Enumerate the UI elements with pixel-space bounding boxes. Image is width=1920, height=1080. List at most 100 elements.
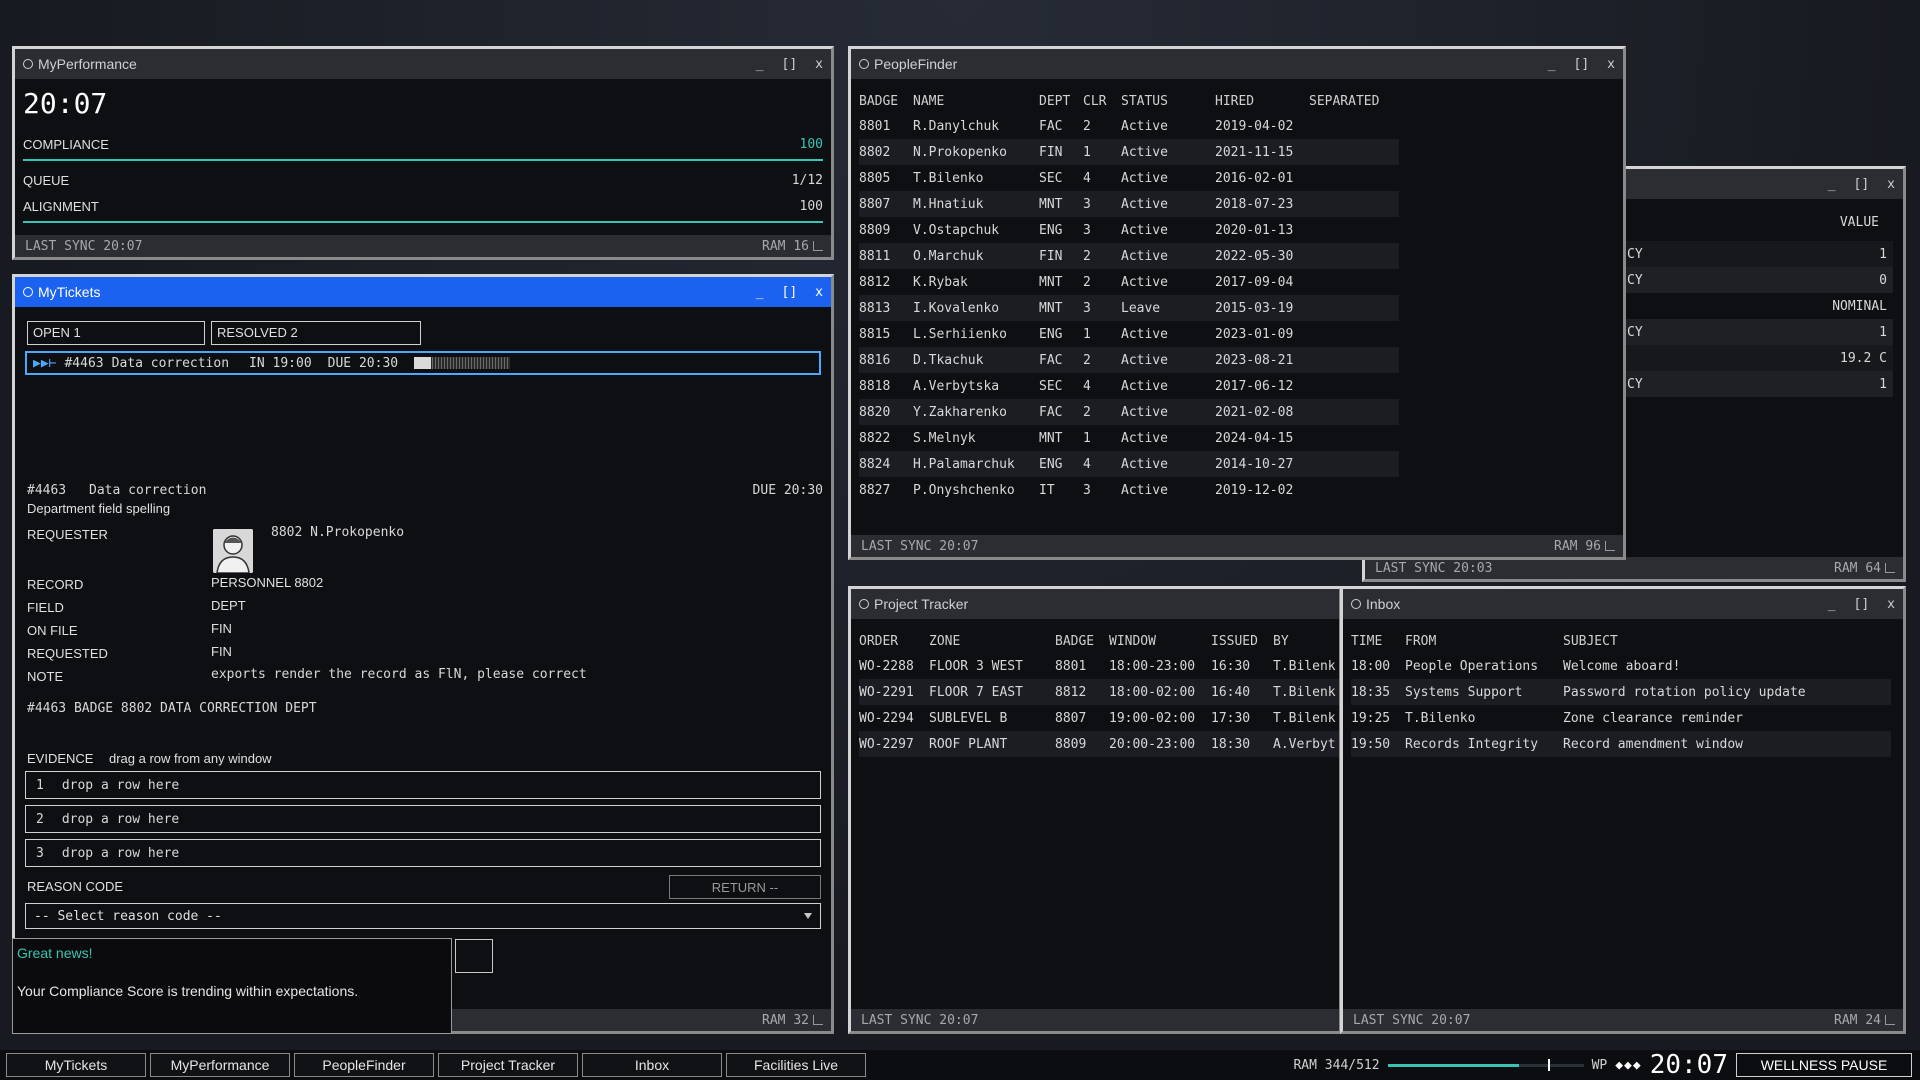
table-row[interactable]: WO-2288 FLOOR 3 WEST 8801 18:00-23:00 16:30 T…: [859, 653, 1339, 679]
table-row[interactable]: 8805 T.Bilenko SEC 4 Active 2016-02-01: [859, 165, 1399, 191]
resize-grip-icon[interactable]: [813, 1014, 823, 1025]
column-header[interactable]: BADGE: [859, 89, 913, 113]
taskbar-item-peoplefinder[interactable]: PeopleFinder: [294, 1053, 434, 1077]
table-row[interactable]: 8816 D.Tkachuk FAC 2 Active 2023-08-21: [859, 347, 1399, 373]
table-row[interactable]: 8815 L.Serhiienko ENG 1 Active 2023-01-09: [859, 321, 1399, 347]
table-row[interactable]: 8818 A.Verbytska SEC 4 Active 2017-06-12: [859, 373, 1399, 399]
wellness-pause-button[interactable]: WELLNESS PAUSE: [1736, 1053, 1912, 1077]
minimize-button[interactable]: _: [756, 285, 764, 300]
table-row[interactable]: 19:25 T.Bilenko Zone clearance reminder: [1351, 705, 1891, 731]
evidence-slot-3[interactable]: 3 drop a row here: [25, 839, 821, 867]
project-tracker-titlebar[interactable]: Project Tracker: [851, 589, 1339, 619]
peoplefinder-titlebar[interactable]: PeopleFinder _ [] x: [851, 49, 1623, 79]
taskbar-item-inbox[interactable]: Inbox: [582, 1053, 722, 1077]
evidence-slot-2[interactable]: 2 drop a row here: [25, 805, 821, 833]
column-header[interactable]: WINDOW: [1109, 629, 1211, 653]
table-row[interactable]: 8809 V.Ostapchuk ENG 3 Active 2020-01-13: [859, 217, 1399, 243]
table-row[interactable]: 19:50 Records Integrity Record amendment w…: [1351, 731, 1891, 757]
submit-button[interactable]: [455, 939, 493, 973]
facility-row[interactable]: NOMINAL: [1623, 293, 1893, 319]
maximize-button[interactable]: []: [782, 57, 798, 72]
table-row[interactable]: 18:00 People Operations Welcome aboard!: [1351, 653, 1891, 679]
myperformance-titlebar[interactable]: MyPerformance _ [] x: [15, 49, 831, 79]
requester-avatar: [213, 529, 253, 573]
evidence-slot-1[interactable]: 1 drop a row here: [25, 771, 821, 799]
minimize-button[interactable]: _: [1828, 177, 1836, 192]
myperformance-window[interactable]: MyPerformance _ [] x 20:07 COMPLIANCE 10…: [12, 46, 834, 260]
table-row[interactable]: WO-2297 ROOF PLANT 8809 20:00-23:00 18:30 A.V…: [859, 731, 1339, 757]
close-button[interactable]: x: [815, 57, 823, 72]
facility-row[interactable]: 19.2 C: [1623, 345, 1893, 371]
column-header[interactable]: CLR: [1083, 89, 1121, 113]
table-row[interactable]: 8807 M.Hnatiuk MNT 3 Active 2018-07-23: [859, 191, 1399, 217]
column-header[interactable]: DEPT: [1039, 89, 1083, 113]
table-cell: 2: [1083, 347, 1121, 373]
taskbar-item-myperformance[interactable]: MyPerformance: [150, 1053, 290, 1077]
mytickets-titlebar[interactable]: MyTickets _ [] x: [15, 277, 831, 307]
table-row[interactable]: 8812 K.Rybak MNT 2 Active 2017-09-04: [859, 269, 1399, 295]
return-button[interactable]: RETURN --: [669, 875, 821, 899]
notification-toast[interactable]: Great news! Your Compliance Score is tre…: [12, 938, 452, 1034]
taskbar-item-facilities-live[interactable]: Facilities Live: [726, 1053, 866, 1077]
taskbar-item-project-tracker[interactable]: Project Tracker: [438, 1053, 578, 1077]
column-header[interactable]: TIME: [1351, 629, 1405, 653]
queue-row: QUEUE 1/12: [23, 173, 823, 188]
ticket-row[interactable]: ▶▶⊢ #4463 Data correction IN 19:00 DUE 2…: [25, 351, 821, 375]
table-row[interactable]: 8802 N.Prokopenko FIN 1 Active 2021-11-15: [859, 139, 1399, 165]
column-header[interactable]: SEPARATED: [1309, 89, 1399, 113]
column-header[interactable]: BADGE: [1055, 629, 1109, 653]
tab-resolved[interactable]: RESOLVED 2: [211, 321, 421, 345]
close-button[interactable]: x: [815, 285, 823, 300]
table-cell: 2: [1083, 243, 1121, 269]
table-row[interactable]: 8801 R.Danylchuk FAC 2 Active 2019-04-02: [859, 113, 1399, 139]
minimize-button[interactable]: _: [756, 57, 764, 72]
peoplefinder-window[interactable]: PeopleFinder _ [] x BADGE NAME DEPT CLR …: [848, 46, 1626, 560]
table-row[interactable]: 8824 H.Palamarchuk ENG 4 Active 2014-10-27: [859, 451, 1399, 477]
column-header[interactable]: ISSUED: [1211, 629, 1273, 653]
taskbar-item-mytickets[interactable]: MyTickets: [6, 1053, 146, 1077]
maximize-button[interactable]: []: [1854, 177, 1870, 192]
maximize-button[interactable]: []: [1574, 57, 1590, 72]
table-row[interactable]: 8827 P.Onyshchenko IT 3 Active 2019-12-02: [859, 477, 1399, 503]
minimize-button[interactable]: _: [1828, 597, 1836, 612]
facility-row[interactable]: CY 1: [1623, 319, 1893, 345]
close-button[interactable]: x: [1887, 177, 1895, 192]
resize-grip-icon[interactable]: [813, 240, 823, 251]
column-header[interactable]: ZONE: [929, 629, 1055, 653]
maximize-button[interactable]: []: [782, 285, 798, 300]
facility-row[interactable]: CY 1: [1623, 241, 1893, 267]
tab-open[interactable]: OPEN 1: [27, 321, 205, 345]
resize-grip-icon[interactable]: [1885, 562, 1895, 573]
column-header[interactable]: ORDER: [859, 629, 929, 653]
resize-grip-icon[interactable]: [1605, 540, 1615, 551]
taskbar: MyTickets MyPerformance PeopleFinder Pro…: [0, 1050, 1920, 1080]
reason-code-select[interactable]: -- Select reason code --: [25, 903, 821, 929]
column-header[interactable]: HIRED: [1215, 89, 1309, 113]
mytickets-window[interactable]: MyTickets _ [] x OPEN 1 RESOLVED 2 ▶▶⊢ #…: [12, 274, 834, 1034]
table-row[interactable]: 18:35 Systems Support Password rotation po…: [1351, 679, 1891, 705]
column-header[interactable]: BY: [1273, 629, 1339, 653]
column-header[interactable]: NAME: [913, 89, 1039, 113]
close-button[interactable]: x: [1887, 597, 1895, 612]
table-cell: 2: [1083, 399, 1121, 425]
table-row[interactable]: 8813 I.Kovalenko MNT 3 Leave 2015-03-19: [859, 295, 1399, 321]
close-button[interactable]: x: [1607, 57, 1615, 72]
maximize-button[interactable]: []: [1854, 597, 1870, 612]
resize-grip-icon[interactable]: [1885, 1014, 1895, 1025]
table-row[interactable]: WO-2291 FLOOR 7 EAST 8812 18:00-02:00 16:40 T…: [859, 679, 1339, 705]
column-header[interactable]: FROM: [1405, 629, 1563, 653]
table-cell: V.Ostapchuk: [913, 222, 1000, 238]
minimize-button[interactable]: _: [1548, 57, 1556, 72]
inbox-window[interactable]: Inbox _ [] x TIME FROM SUBJECT 18:00 Peop…: [1340, 586, 1906, 1034]
table-row[interactable]: 8820 Y.Zakharenko FAC 2 Active 2021-02-08: [859, 399, 1399, 425]
facility-row[interactable]: CY 0: [1623, 267, 1893, 293]
facility-row[interactable]: CY 1: [1623, 371, 1893, 397]
table-row[interactable]: 8822 S.Melnyk MNT 1 Active 2024-04-15: [859, 425, 1399, 451]
table-cell: 4: [1083, 170, 1091, 186]
project-tracker-window[interactable]: Project Tracker ORDER ZONE BADGE WINDOW …: [848, 586, 1342, 1034]
table-row[interactable]: WO-2294 SUBLEVEL B 8807 19:00-02:00 17:30 T.B…: [859, 705, 1339, 731]
table-row[interactable]: 8811 O.Marchuk FIN 2 Active 2022-05-30: [859, 243, 1399, 269]
inbox-titlebar[interactable]: Inbox _ [] x: [1343, 589, 1903, 619]
column-header[interactable]: SUBJECT: [1563, 629, 1891, 653]
column-header[interactable]: STATUS: [1121, 89, 1215, 113]
